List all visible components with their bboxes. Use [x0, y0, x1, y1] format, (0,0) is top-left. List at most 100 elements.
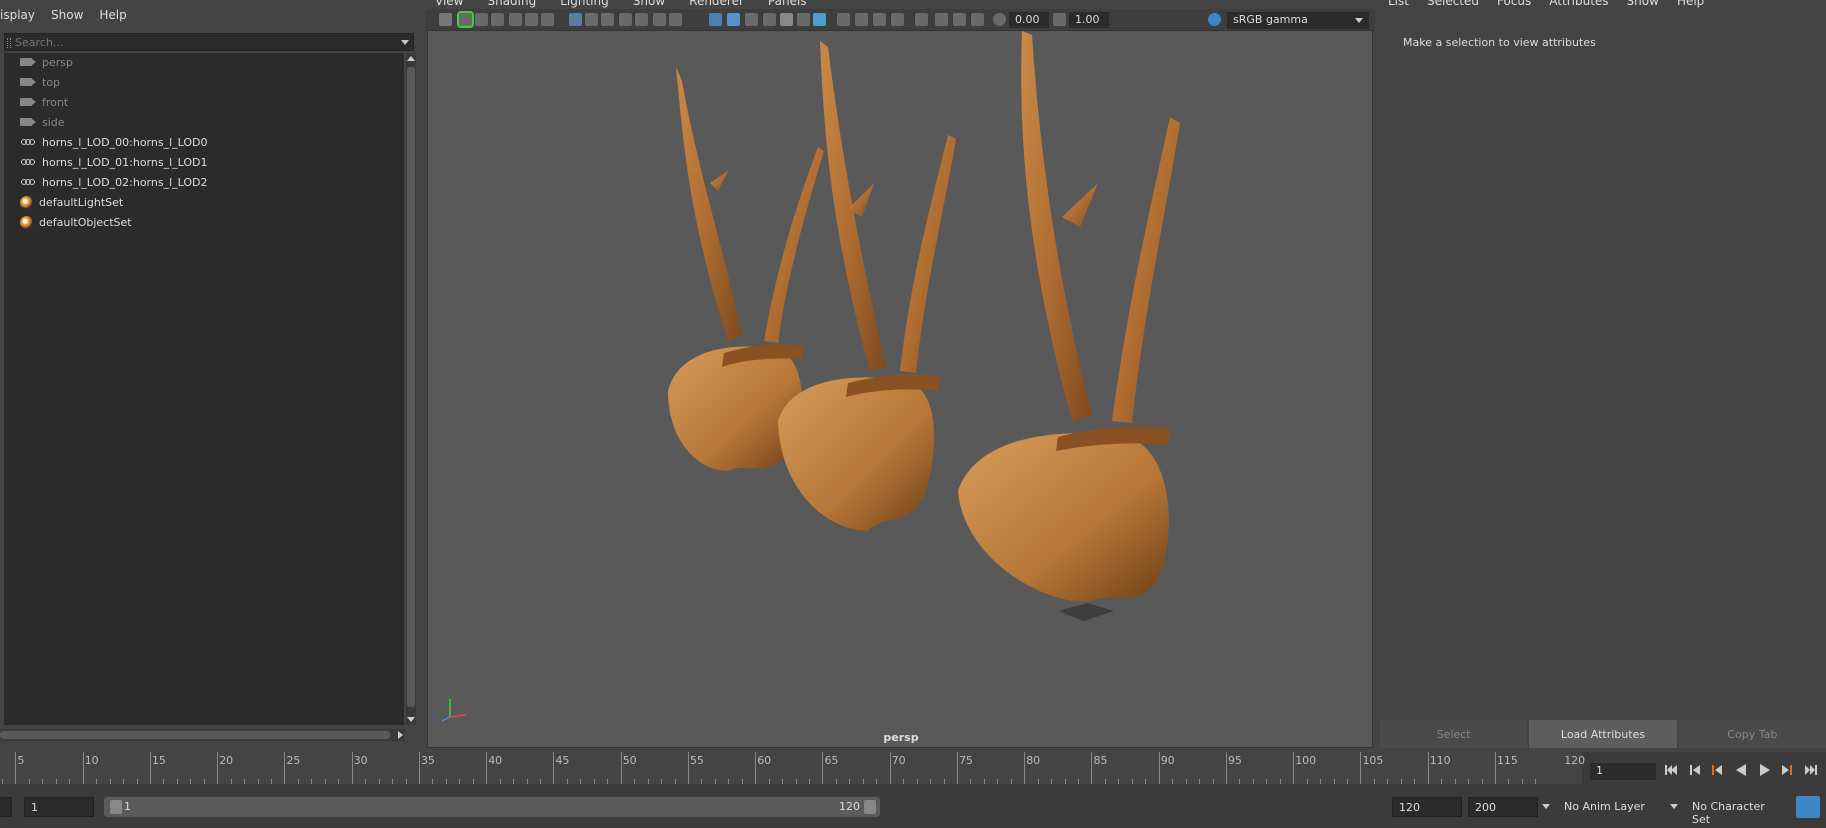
gate-mask-icon[interactable]	[619, 13, 632, 26]
depth-of-field-icon[interactable]	[891, 13, 904, 26]
menu-show[interactable]: Show	[633, 0, 665, 8]
safe-title-icon[interactable]	[669, 13, 682, 26]
playback-range-slider[interactable]: 1 120	[104, 797, 880, 817]
xray-active-components-icon[interactable]	[971, 13, 984, 26]
frame-tick-label: 35	[420, 754, 435, 767]
exposure-icon[interactable]	[993, 13, 1006, 26]
anim-layer-chevron-icon[interactable]	[1542, 804, 1550, 809]
anim-end-field[interactable]: 200	[1468, 797, 1538, 817]
gamma-icon[interactable]	[1053, 13, 1066, 26]
copy-tab-button[interactable]: Copy Tab	[1678, 720, 1826, 748]
playback-start-field[interactable]: 1	[24, 797, 94, 817]
anim-layer-dropdown[interactable]: No Anim Layer	[1556, 797, 1664, 817]
grid-icon[interactable]	[569, 13, 582, 26]
outliner-vertical-scrollbar[interactable]	[406, 53, 416, 725]
xray-icon[interactable]	[935, 13, 948, 26]
scroll-right-icon[interactable]	[398, 731, 403, 739]
scroll-thumb[interactable]	[0, 731, 390, 739]
film-gate-icon[interactable]	[585, 13, 598, 26]
step-back-frame-icon[interactable]	[1688, 763, 1702, 777]
menu-lighting[interactable]: Lighting	[560, 0, 609, 8]
outliner-item[interactable]: horns_l_LOD_00:horns_l_LOD0	[20, 133, 208, 151]
smooth-shade-icon[interactable]	[727, 13, 740, 26]
isolate-select-icon[interactable]	[915, 13, 928, 26]
outliner-tree: persp top front side horns_l_LOD_00:horns_l_…	[4, 53, 404, 725]
menu-show[interactable]: Show	[51, 8, 83, 28]
play-backwards-icon[interactable]	[1734, 763, 1748, 777]
motion-blur-icon[interactable]	[855, 13, 868, 26]
menu-help[interactable]: Help	[1677, 0, 1704, 8]
search-options-chevron-icon[interactable]	[401, 40, 409, 45]
load-attributes-button[interactable]: Load Attributes	[1529, 720, 1677, 748]
pencil-icon[interactable]	[541, 13, 554, 26]
range-start-handle[interactable]	[110, 800, 122, 814]
scroll-down-icon[interactable]	[407, 717, 415, 722]
outliner-item[interactable]: defaultObjectSet	[20, 213, 132, 231]
character-set-chevron-icon[interactable]	[1670, 804, 1678, 809]
gamma-field[interactable]: 1.00	[1069, 12, 1109, 28]
timeline-ruler[interactable]: 5 10 15 20 25 30 35 40 45 50 55 60 65 70 75 80 85 90 95 100…	[0, 752, 1585, 784]
menu-view[interactable]: View	[435, 0, 463, 8]
outliner-item[interactable]: horns_l_LOD_02:horns_l_LOD2	[20, 173, 208, 191]
outliner-item[interactable]: side	[20, 113, 65, 131]
scroll-thumb[interactable]	[407, 67, 415, 707]
exposure-field[interactable]: 0.00	[1009, 12, 1049, 28]
select-camera-icon[interactable]	[439, 13, 452, 26]
camera-attributes-icon[interactable]	[457, 11, 474, 28]
character-set-dropdown[interactable]: No Character Set	[1684, 797, 1794, 826]
menu-shading[interactable]: Shading	[487, 0, 536, 8]
menu-panels[interactable]: Panels	[768, 0, 807, 8]
step-back-key-icon[interactable]	[1710, 763, 1724, 777]
menu-attributes[interactable]: Attributes	[1549, 0, 1608, 8]
step-forward-key-icon[interactable]	[1780, 763, 1794, 777]
ambient-occlusion-icon[interactable]	[837, 13, 850, 26]
outliner-horizontal-scrollbar[interactable]	[0, 729, 405, 741]
wireframe-on-shaded-icon[interactable]	[763, 13, 776, 26]
2d-pan-zoom-icon[interactable]	[509, 13, 522, 26]
go-to-start-icon[interactable]	[1664, 763, 1678, 777]
outliner-search-box[interactable]	[4, 33, 414, 51]
menu-renderer[interactable]: Renderer	[689, 0, 744, 8]
outliner-item[interactable]: persp	[20, 53, 73, 71]
color-management-icon[interactable]	[1208, 13, 1221, 26]
anim-start-field[interactable]	[0, 797, 12, 817]
grease-pencil-icon[interactable]	[525, 13, 538, 26]
menu-focus[interactable]: Focus	[1497, 0, 1531, 8]
wireframe-icon[interactable]	[709, 13, 722, 26]
scroll-up-icon[interactable]	[407, 56, 415, 61]
play-forwards-icon[interactable]	[1758, 763, 1772, 777]
outliner-item[interactable]: top	[20, 73, 60, 91]
menu-show[interactable]: Show	[1627, 0, 1659, 8]
field-chart-icon[interactable]	[635, 13, 648, 26]
time-slider[interactable]: 5 10 15 20 25 30 35 40 45 50 55 60 65 70 75 80 85 90 95 100…	[0, 752, 1826, 784]
drag-handle-icon[interactable]	[7, 38, 11, 48]
animation-preferences-icon[interactable]	[1796, 796, 1820, 818]
menu-help[interactable]: Help	[99, 8, 126, 28]
current-frame-field[interactable]: 1	[1590, 763, 1656, 780]
default-material-icon[interactable]	[745, 13, 758, 26]
go-to-end-icon[interactable]	[1804, 763, 1818, 777]
outliner-item[interactable]: front	[20, 93, 68, 111]
anti-aliasing-icon[interactable]	[873, 13, 886, 26]
frame-tick-label: 85	[1093, 754, 1108, 767]
range-slider-bar: 1 1 120 120 200 No Anim Layer No Charact…	[0, 784, 1826, 828]
outliner-search-input[interactable]	[15, 35, 395, 50]
shadows-icon[interactable]	[813, 13, 826, 26]
color-space-dropdown[interactable]: sRGB gamma	[1227, 12, 1369, 29]
menu-list[interactable]: List	[1388, 0, 1409, 8]
3d-viewport[interactable]: persp	[427, 30, 1373, 748]
outliner-item[interactable]: defaultLightSet	[20, 193, 123, 211]
safe-action-icon[interactable]	[653, 13, 666, 26]
resolution-gate-icon[interactable]	[601, 13, 614, 26]
menu-display[interactable]: isplay	[0, 8, 35, 28]
playback-end-field[interactable]: 120	[1392, 797, 1462, 817]
menu-selected[interactable]: Selected	[1427, 0, 1479, 8]
textured-icon[interactable]	[780, 13, 793, 26]
xray-joints-icon[interactable]	[953, 13, 966, 26]
bookmark-icon[interactable]	[475, 13, 488, 26]
select-button[interactable]: Select	[1380, 720, 1528, 748]
outliner-item[interactable]: horns_l_LOD_01:horns_l_LOD1	[20, 153, 208, 171]
image-plane-icon[interactable]	[491, 13, 504, 26]
use-all-lights-icon[interactable]	[797, 13, 810, 26]
range-end-handle[interactable]	[864, 800, 876, 814]
